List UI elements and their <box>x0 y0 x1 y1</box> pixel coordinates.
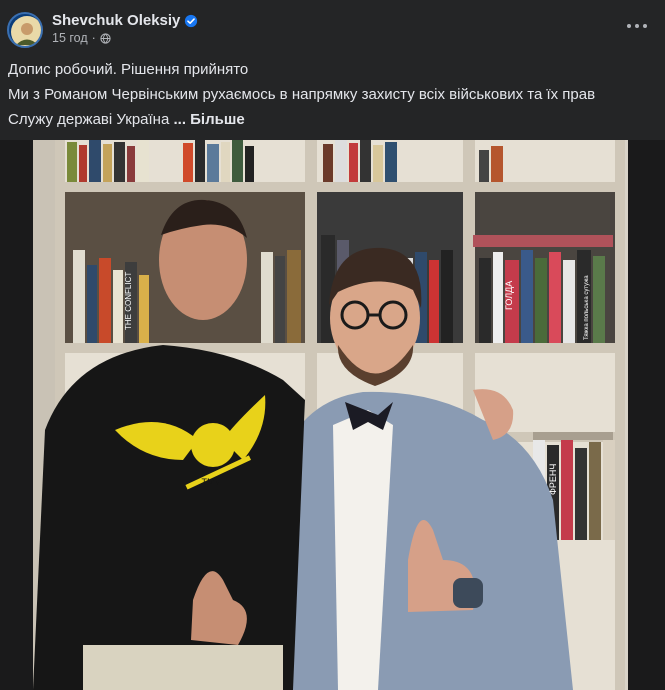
book-spine-label: Тяжка польська сутужа <box>584 275 590 340</box>
post-photo[interactable]: TMV ФРЕНЧ ГОЛДА Тяжка польська сутужа TH… <box>33 140 628 690</box>
post-text-line-3: Служу державі Україна ... Більше <box>8 111 245 128</box>
post-photo-container[interactable]: TMV ФРЕНЧ ГОЛДА Тяжка польська сутужа TH… <box>0 140 665 690</box>
post-timestamp[interactable]: 15 год <box>52 31 88 45</box>
shirt-print-text: TMV <box>202 477 221 487</box>
author-avatar[interactable] <box>7 12 43 48</box>
author-name-label[interactable]: Shevchuk Oleksiy <box>52 12 180 29</box>
see-more-link[interactable]: ... Більше <box>173 111 244 128</box>
globe-icon[interactable] <box>100 32 111 44</box>
author-name[interactable]: Shevchuk Oleksiy <box>52 12 198 29</box>
verified-badge-icon <box>185 14 198 27</box>
book-spine-label: ГОЛДА <box>504 281 514 310</box>
post-text-line-3-label: Служу державі Україна <box>8 111 170 128</box>
book-spine-label: THE CONFLICT <box>124 272 133 330</box>
post-meta: 15 год · <box>52 31 111 45</box>
book-spine-label: ФРЕНЧ <box>548 464 558 495</box>
meta-separator: · <box>91 31 96 45</box>
post-text-line-2: Ми з Романом Червінським рухаємось в нап… <box>8 86 596 103</box>
post-text-line-1: Допис робочий. Рішення прийнято <box>8 61 249 78</box>
post-header: Shevchuk Oleksiy 15 год · <box>0 0 665 56</box>
more-options-icon[interactable] <box>627 20 647 32</box>
